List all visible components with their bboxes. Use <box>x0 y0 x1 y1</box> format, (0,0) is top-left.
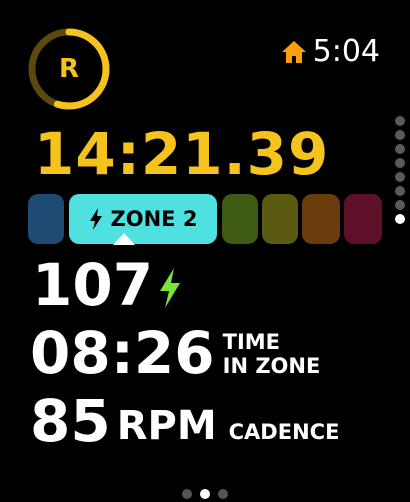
home-icon <box>281 40 306 63</box>
page-dot <box>395 200 405 210</box>
time-in-zone-value: 08:26 <box>30 319 215 387</box>
page-dot <box>395 144 405 154</box>
elapsed-time: 14:21.39 <box>34 120 330 188</box>
horizontal-page-indicator[interactable] <box>0 489 410 499</box>
zone-block-1 <box>28 194 64 244</box>
zone-block-3 <box>222 194 258 244</box>
page-dot[interactable] <box>218 489 228 499</box>
page-dot <box>395 186 405 196</box>
ring-letter: R <box>58 54 80 84</box>
cadence-metric: 85 RPM CADENCE <box>30 392 339 450</box>
bolt-icon <box>160 268 181 308</box>
cadence-unit: RPM <box>116 403 217 449</box>
time-in-zone-metric: 08:26 TIME IN ZONE <box>30 324 320 382</box>
cadence-label: CADENCE <box>228 420 340 444</box>
page-dot <box>395 158 405 168</box>
activity-ring: R <box>26 26 112 112</box>
time-in-zone-label-line2: IN ZONE <box>222 354 321 378</box>
page-dot[interactable] <box>182 489 192 499</box>
heart-rate-zones: ZONE 2 <box>28 194 382 244</box>
time-in-zone-label: TIME IN ZONE <box>223 330 321 378</box>
clock-time: 5:04 <box>312 34 380 69</box>
heart-rate-value: 107 <box>32 251 154 319</box>
status-bar: 5:04 <box>281 34 380 69</box>
active-zone-label: ZONE 2 <box>110 207 198 231</box>
active-zone-pill: ZONE 2 <box>69 194 217 244</box>
heart-rate-metric: 107 <box>32 256 183 314</box>
zone-block-4 <box>262 194 298 244</box>
vertical-page-indicator <box>394 116 406 224</box>
page-dot <box>395 116 405 126</box>
cadence-value: 85 <box>30 387 111 455</box>
zone-pointer <box>113 233 135 245</box>
page-dot <box>395 172 405 182</box>
bolt-icon <box>89 208 102 230</box>
page-dot[interactable] <box>200 489 210 499</box>
time-in-zone-label-line1: TIME <box>222 330 281 354</box>
page-dot <box>395 214 405 224</box>
zone-block-6 <box>344 194 382 244</box>
zone-block-5 <box>302 194 340 244</box>
page-dot <box>395 130 405 140</box>
